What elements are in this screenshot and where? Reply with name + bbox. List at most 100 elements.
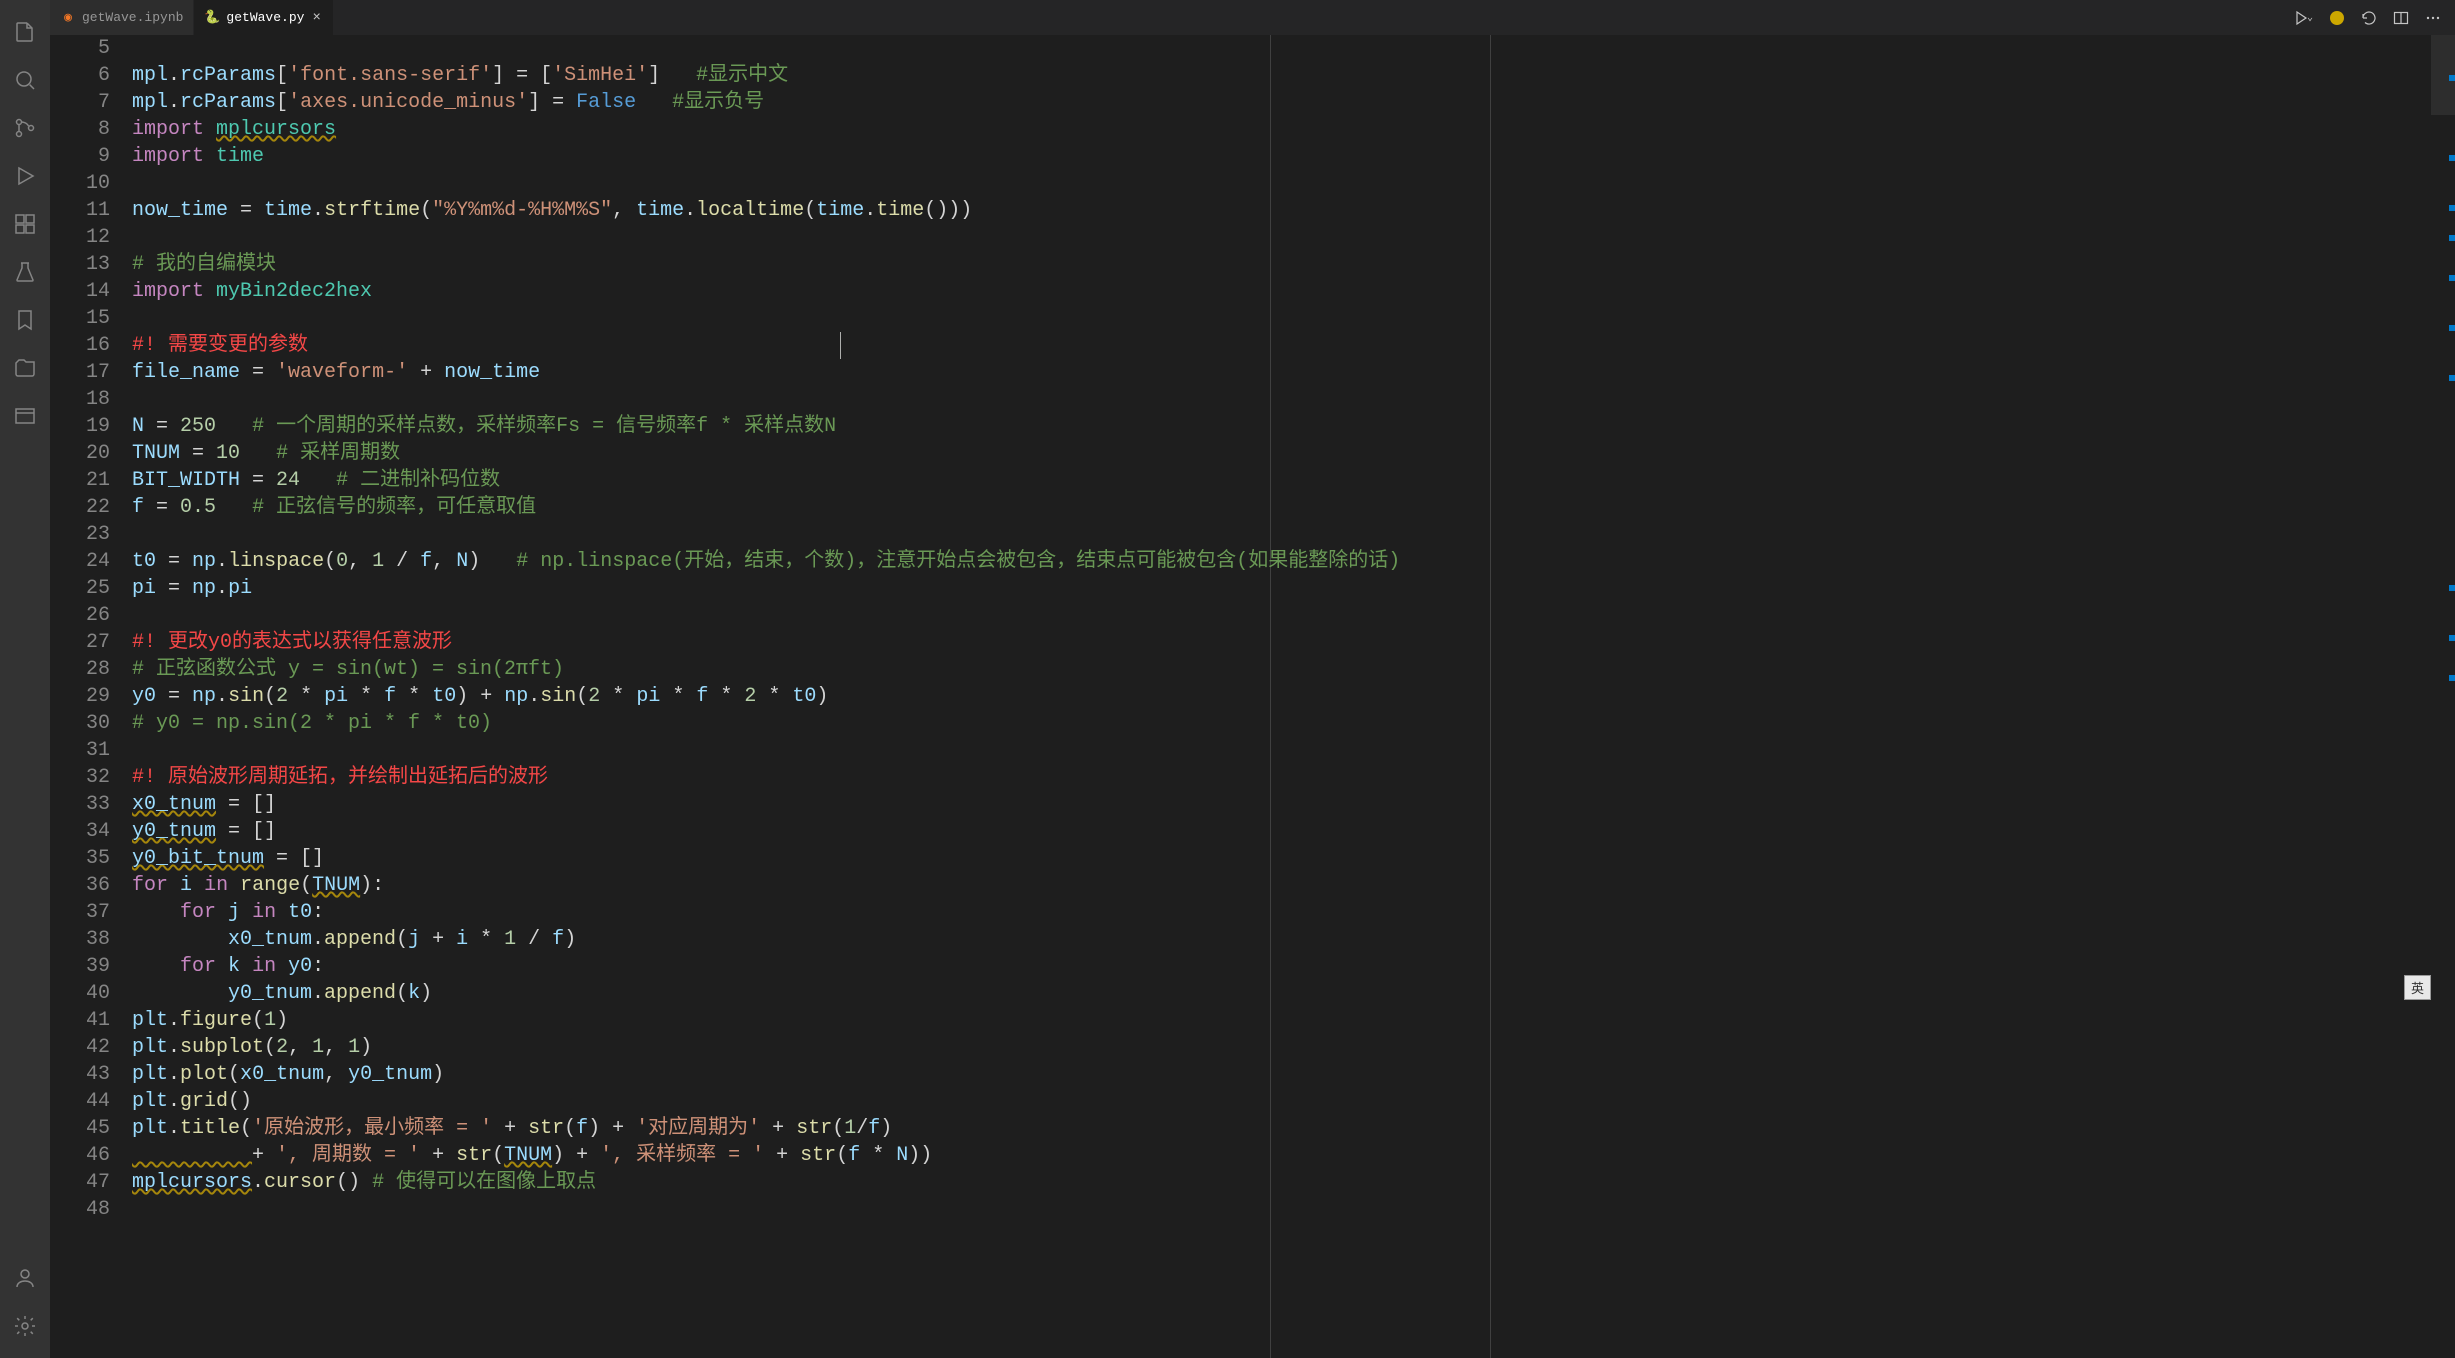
code-line[interactable]: import myBin2dec2hex bbox=[132, 278, 2431, 305]
line-number: 30 bbox=[50, 710, 110, 737]
code-line[interactable]: mplcursors.cursor() # 使得可以在图像上取点 bbox=[132, 1169, 2431, 1196]
code-line[interactable]: plt.grid() bbox=[132, 1088, 2431, 1115]
code-line[interactable]: import mplcursors bbox=[132, 116, 2431, 143]
line-number: 36 bbox=[50, 872, 110, 899]
code-line[interactable]: #! 需要变更的参数 bbox=[132, 332, 2431, 359]
code-line[interactable]: plt.figure(1) bbox=[132, 1007, 2431, 1034]
code-editor[interactable]: 5678910111213141516171819202122232425262… bbox=[50, 35, 2431, 1358]
line-number: 24 bbox=[50, 548, 110, 575]
code-line[interactable]: #! 原始波形周期延拓，并绘制出延拓后的波形 bbox=[132, 764, 2431, 791]
line-number: 35 bbox=[50, 845, 110, 872]
warning-icon[interactable] bbox=[2329, 10, 2345, 26]
line-number: 28 bbox=[50, 656, 110, 683]
overview-mark bbox=[2449, 585, 2455, 591]
code-line[interactable]: y0 = np.sin(2 * pi * f * t0) + np.sin(2 … bbox=[132, 683, 2431, 710]
code-line[interactable] bbox=[132, 602, 2431, 629]
line-number: 34 bbox=[50, 818, 110, 845]
line-number: 22 bbox=[50, 494, 110, 521]
run-debug-icon[interactable] bbox=[0, 152, 50, 200]
line-number: 9 bbox=[50, 143, 110, 170]
ime-badge: 英 bbox=[2404, 975, 2431, 1000]
search-icon[interactable] bbox=[0, 56, 50, 104]
line-number: 43 bbox=[50, 1061, 110, 1088]
line-number: 12 bbox=[50, 224, 110, 251]
run-play-icon[interactable]: ⌄ bbox=[2293, 10, 2313, 26]
python-icon: 🐍 bbox=[204, 10, 220, 26]
code-line[interactable] bbox=[132, 35, 2431, 62]
code-line[interactable]: # y0 = np.sin(2 * pi * f * t0) bbox=[132, 710, 2431, 737]
code-line[interactable]: file_name = 'waveform-' + now_time bbox=[132, 359, 2431, 386]
line-number: 45 bbox=[50, 1115, 110, 1142]
code-line[interactable] bbox=[132, 224, 2431, 251]
refresh-undo-icon[interactable] bbox=[2361, 10, 2377, 26]
code-content[interactable]: mpl.rcParams['font.sans-serif'] = ['SimH… bbox=[132, 35, 2431, 1358]
tab-bar: ◉ getWave.ipynb 🐍 getWave.py × ⌄ bbox=[50, 0, 2455, 35]
code-line[interactable]: #! 更改y0的表达式以获得任意波形 bbox=[132, 629, 2431, 656]
line-number: 40 bbox=[50, 980, 110, 1007]
accounts-icon[interactable] bbox=[0, 1254, 50, 1302]
code-line[interactable]: N = 250 # 一个周期的采样点数，采样频率Fs = 信号频率f * 采样点… bbox=[132, 413, 2431, 440]
line-number: 7 bbox=[50, 89, 110, 116]
line-number: 32 bbox=[50, 764, 110, 791]
overview-mark bbox=[2449, 375, 2455, 381]
code-line[interactable]: + ', 周期数 = ' + str(TNUM) + ', 采样频率 = ' +… bbox=[132, 1142, 2431, 1169]
code-line[interactable]: plt.title('原始波形，最小频率 = ' + str(f) + '对应周… bbox=[132, 1115, 2431, 1142]
code-line[interactable] bbox=[132, 737, 2431, 764]
overview-mark bbox=[2449, 325, 2455, 331]
tab-getwave-py[interactable]: 🐍 getWave.py × bbox=[194, 0, 333, 35]
code-line[interactable]: # 正弦函数公式 y = sin(wt) = sin(2πft) bbox=[132, 656, 2431, 683]
code-line[interactable]: y0_bit_tnum = [] bbox=[132, 845, 2431, 872]
code-line[interactable]: import time bbox=[132, 143, 2431, 170]
code-line[interactable]: # 我的自编模块 bbox=[132, 251, 2431, 278]
line-number: 11 bbox=[50, 197, 110, 224]
code-line[interactable]: plt.plot(x0_tnum, y0_tnum) bbox=[132, 1061, 2431, 1088]
timeline-icon[interactable] bbox=[0, 392, 50, 440]
code-line[interactable] bbox=[132, 386, 2431, 413]
code-line[interactable]: for i in range(TNUM): bbox=[132, 872, 2431, 899]
explorer-icon[interactable] bbox=[0, 8, 50, 56]
editor-actions: ⌄ bbox=[2293, 0, 2455, 35]
overview-ruler[interactable] bbox=[2431, 35, 2455, 1358]
code-line[interactable]: TNUM = 10 # 采样周期数 bbox=[132, 440, 2431, 467]
code-line[interactable] bbox=[132, 305, 2431, 332]
code-line[interactable]: for j in t0: bbox=[132, 899, 2431, 926]
code-line[interactable]: now_time = time.strftime("%Y%m%d-%H%M%S"… bbox=[132, 197, 2431, 224]
code-line[interactable]: x0_tnum = [] bbox=[132, 791, 2431, 818]
code-line[interactable] bbox=[132, 521, 2431, 548]
code-line[interactable]: mpl.rcParams['font.sans-serif'] = ['SimH… bbox=[132, 62, 2431, 89]
code-line[interactable]: f = 0.5 # 正弦信号的频率，可任意取值 bbox=[132, 494, 2431, 521]
extensions-icon[interactable] bbox=[0, 200, 50, 248]
line-number: 13 bbox=[50, 251, 110, 278]
line-number: 31 bbox=[50, 737, 110, 764]
source-control-icon[interactable] bbox=[0, 104, 50, 152]
code-line[interactable]: plt.subplot(2, 1, 1) bbox=[132, 1034, 2431, 1061]
close-icon[interactable]: × bbox=[310, 10, 322, 26]
code-line[interactable]: pi = np.pi bbox=[132, 575, 2431, 602]
line-number: 8 bbox=[50, 116, 110, 143]
line-number: 14 bbox=[50, 278, 110, 305]
testing-icon[interactable] bbox=[0, 248, 50, 296]
code-line[interactable]: y0_tnum = [] bbox=[132, 818, 2431, 845]
bookmarks-icon[interactable] bbox=[0, 296, 50, 344]
code-line[interactable]: BIT_WIDTH = 24 # 二进制补码位数 bbox=[132, 467, 2431, 494]
split-editor-icon[interactable] bbox=[2393, 10, 2409, 26]
code-line[interactable]: for k in y0: bbox=[132, 953, 2431, 980]
more-actions-icon[interactable] bbox=[2425, 10, 2441, 26]
code-line[interactable] bbox=[132, 170, 2431, 197]
code-line[interactable]: x0_tnum.append(j + i * 1 / f) bbox=[132, 926, 2431, 953]
line-number: 48 bbox=[50, 1196, 110, 1223]
line-number: 15 bbox=[50, 305, 110, 332]
code-line[interactable]: t0 = np.linspace(0, 1 / f, N) # np.linsp… bbox=[132, 548, 2431, 575]
overview-mark bbox=[2449, 675, 2455, 681]
line-number: 27 bbox=[50, 629, 110, 656]
project-manager-icon[interactable] bbox=[0, 344, 50, 392]
code-line[interactable]: y0_tnum.append(k) bbox=[132, 980, 2431, 1007]
tab-getwave-ipynb[interactable]: ◉ getWave.ipynb bbox=[50, 0, 194, 35]
line-number: 10 bbox=[50, 170, 110, 197]
code-line[interactable] bbox=[132, 1196, 2431, 1223]
line-number: 44 bbox=[50, 1088, 110, 1115]
line-number: 16 bbox=[50, 332, 110, 359]
line-number: 39 bbox=[50, 953, 110, 980]
settings-gear-icon[interactable] bbox=[0, 1302, 50, 1350]
code-line[interactable]: mpl.rcParams['axes.unicode_minus'] = Fal… bbox=[132, 89, 2431, 116]
